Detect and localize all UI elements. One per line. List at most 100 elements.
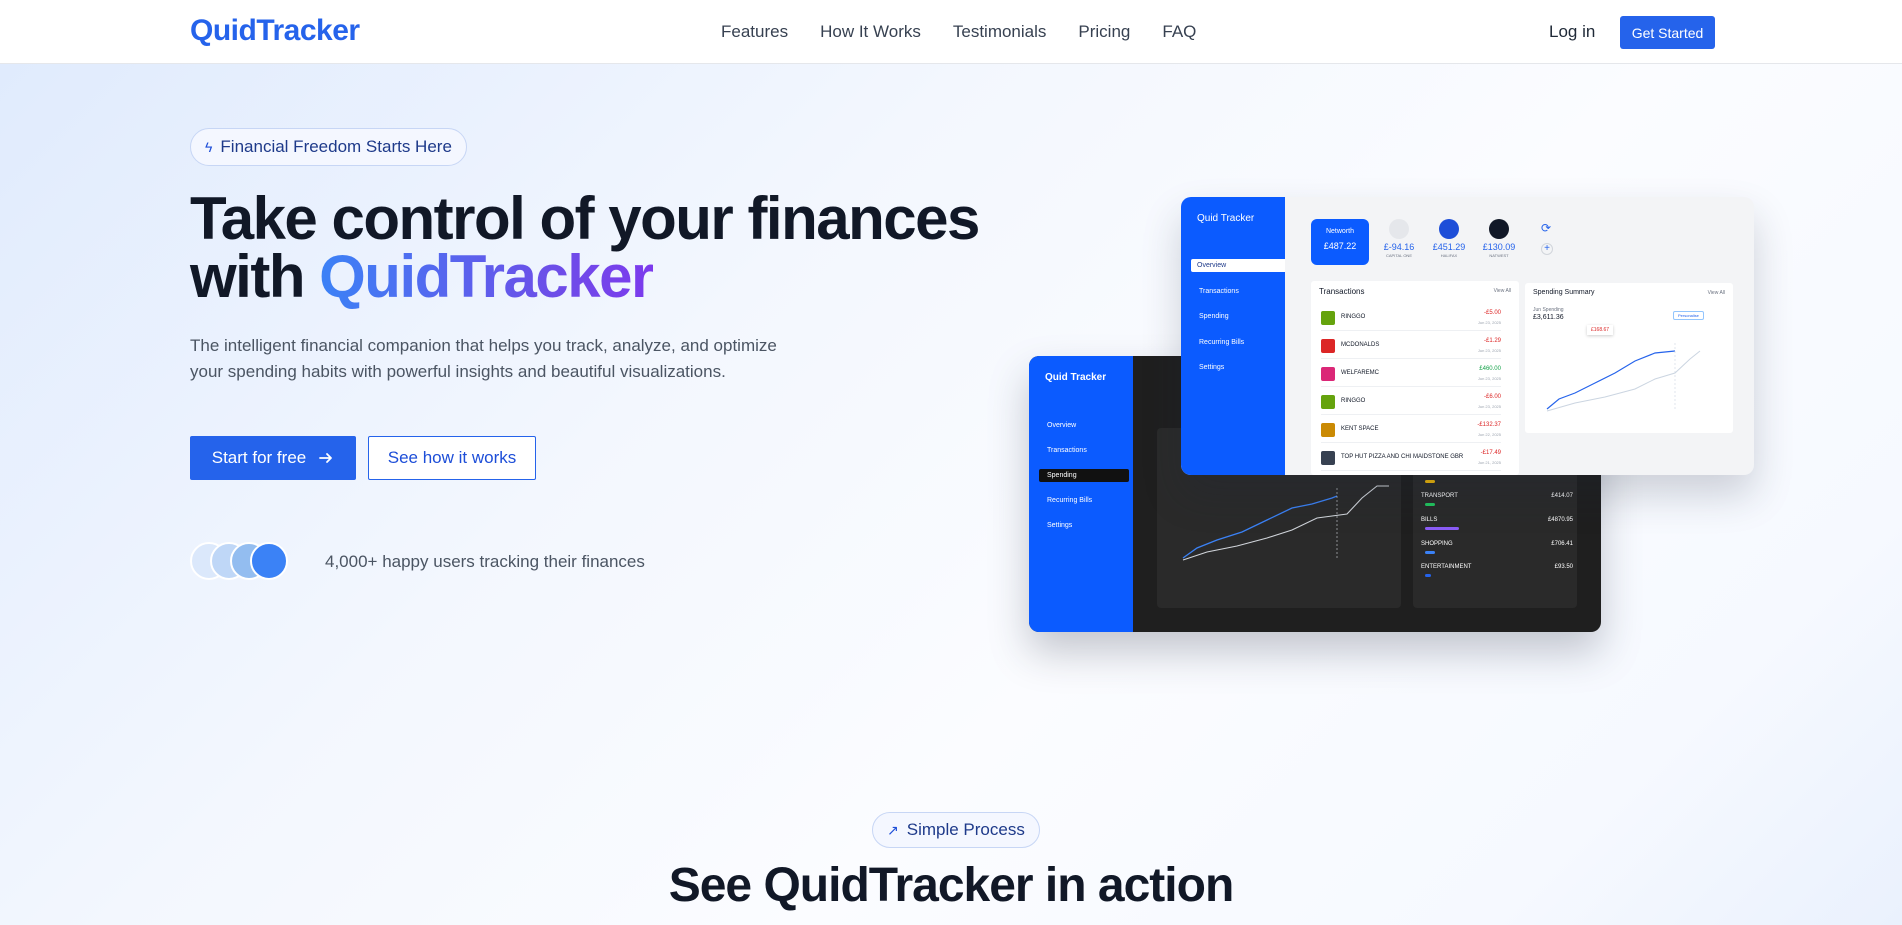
transaction-row: RINGGO -£6.00 Jun 23, 2025: [1321, 391, 1501, 415]
nav-link-faq[interactable]: FAQ: [1162, 22, 1196, 42]
transaction-date: Jun 21, 2025: [1477, 460, 1501, 465]
dark-sidebar-item-settings: Settings: [1047, 522, 1073, 529]
merchant-logo-icon: [1321, 339, 1335, 353]
transaction-date: Jun 23, 2025: [1477, 376, 1501, 381]
account-name: NATWEST: [1489, 253, 1509, 258]
refresh-icon: ⟳: [1541, 221, 1552, 235]
transaction-row: KENT SPACE -£132.37 Jun 22, 2025: [1321, 419, 1501, 443]
category-row: ENTERTAINMENT £93.50: [1421, 564, 1573, 577]
nav-link-pricing[interactable]: Pricing: [1078, 22, 1130, 42]
transaction-row: TOP HUT PIZZA AND CHI MAIDSTONE GBR -£17…: [1321, 447, 1501, 471]
transaction-date: Jun 23, 2025: [1477, 320, 1501, 325]
nav-link-testimonials[interactable]: Testimonials: [953, 22, 1047, 42]
category-name: ENTERTAINMENT: [1421, 564, 1472, 570]
lightning-icon: ϟ: [205, 139, 213, 155]
avatar-group: [190, 542, 310, 582]
hero-title-line2: with QuidTracker: [190, 247, 979, 307]
merchant-logo-icon: [1321, 367, 1335, 381]
social-proof-text: 4,000+ happy users tracking their financ…: [325, 552, 645, 571]
top-navbar: QuidTracker Features How It Works Testim…: [0, 0, 1902, 64]
light-sidebar-item-overview: Overview: [1191, 259, 1285, 272]
transaction-amount: -£132.37: [1477, 422, 1501, 428]
category-bar: [1425, 503, 1435, 506]
account-name: CAPITAL ONE: [1385, 253, 1412, 258]
trending-up-icon: ↗: [887, 821, 899, 838]
category-row: SHOPPING £706.41: [1421, 541, 1573, 554]
light-sidebar-brand: Quid Tracker: [1197, 213, 1255, 224]
transactions-view-all: View All: [1493, 288, 1511, 294]
light-sidebar-item-settings: Settings: [1199, 364, 1225, 371]
account-amount: £130.09: [1482, 242, 1516, 252]
category-amount: £414.07: [1551, 493, 1573, 499]
category-bar: [1425, 551, 1435, 554]
light-sidebar-item-spending: Spending: [1199, 313, 1229, 320]
start-for-free-label: Start for free: [211, 448, 307, 467]
transaction-name: MCDONALDS: [1341, 342, 1380, 348]
transaction-row: RINGGO -£5.00 Jun 23, 2025: [1321, 307, 1501, 331]
light-sidebar-item-transactions: Transactions: [1199, 288, 1239, 295]
dashboard-screenshot-light: Quid Tracker Overview Transactions Spend…: [1181, 197, 1754, 475]
transaction-row: WELFAREMC £460.00 Jun 23, 2025: [1321, 363, 1501, 387]
light-sidebar: Quid Tracker Overview Transactions Spend…: [1181, 197, 1285, 475]
transaction-date: Jun 23, 2025: [1477, 348, 1501, 353]
dark-sidebar-brand: Quid Tracker: [1045, 372, 1107, 383]
dark-sidebar-item-recurring-bills: Recurring Bills: [1047, 497, 1093, 504]
category-bar: [1425, 527, 1459, 530]
transaction-name: WELFAREMC: [1341, 370, 1380, 376]
transaction-name: KENT SPACE: [1341, 426, 1379, 432]
hero-badge-label: Financial Freedom Starts Here: [220, 137, 452, 156]
dark-sidebar-item-overview: Overview: [1047, 422, 1077, 429]
hero-title: Take control of your finances with QuidT…: [190, 185, 980, 307]
hero-title-line1: Take control of your finances: [190, 185, 980, 252]
category-name: TRANSPORT: [1421, 493, 1458, 499]
networth-value: £487.22: [1323, 241, 1357, 251]
section-title: See QuidTracker in action: [668, 859, 1235, 912]
networth-card: Networth £487.22: [1311, 219, 1369, 265]
nav-links: Features How It Works Testimonials Prici…: [721, 22, 1228, 42]
merchant-logo-icon: [1321, 311, 1335, 325]
account-amount: £451.29: [1432, 242, 1466, 252]
transaction-name: RINGGO: [1341, 314, 1366, 320]
transaction-name: TOP HUT PIZZA AND CHI MAIDSTONE GBR: [1341, 454, 1464, 460]
bank-logo-icon: [1439, 219, 1459, 239]
transaction-name: RINGGO: [1341, 398, 1366, 404]
hero-lead: The intelligent financial companion that…: [190, 336, 777, 381]
category-row: TRANSPORT £414.07: [1421, 493, 1573, 506]
merchant-logo-icon: [1321, 451, 1335, 465]
light-sidebar-item-recurring-bills: Recurring Bills: [1199, 339, 1245, 346]
hero-title-with: with: [190, 243, 320, 310]
category-row: BILLS £4870.95: [1421, 517, 1573, 530]
section-badge: ↗ Simple Process: [872, 812, 1040, 848]
hero-badge: ϟ Financial Freedom Starts Here: [190, 128, 467, 166]
brand-logo[interactable]: QuidTracker: [190, 14, 360, 48]
dark-sidebar-item-spending: Spending: [1039, 469, 1129, 482]
avatar: [250, 542, 288, 580]
dark-sidebar: Quid Tracker Overview Transactions Spend…: [1029, 356, 1133, 632]
transaction-amount: -£5.00: [1483, 310, 1501, 316]
networth-label: Networth: [1325, 228, 1354, 235]
start-for-free-button[interactable]: Start for free: [190, 436, 356, 480]
login-link[interactable]: Log in: [1549, 22, 1595, 42]
transaction-amount: -£17.49: [1480, 450, 1501, 456]
nav-link-how-it-works[interactable]: How It Works: [820, 22, 921, 42]
see-how-it-works-button[interactable]: See how it works: [368, 436, 536, 480]
category-bar: [1425, 480, 1435, 483]
account-card: £130.09 NATWEST: [1477, 219, 1521, 258]
dark-sidebar-item-transactions: Transactions: [1047, 447, 1087, 454]
category-name: SHOPPING: [1421, 541, 1453, 547]
account-card: £451.29 HALIFAX: [1427, 219, 1471, 258]
spending-summary-chart: [1546, 343, 1701, 412]
account-name: HALIFAX: [1440, 253, 1458, 258]
get-started-button[interactable]: Get Started: [1620, 16, 1715, 49]
transaction-amount: -£1.29: [1483, 338, 1501, 344]
transaction-date: Jun 23, 2025: [1477, 404, 1501, 409]
hero-title-brand: QuidTracker: [319, 243, 654, 310]
bank-logo-icon: [1389, 219, 1409, 239]
transactions-title: Transactions: [1319, 287, 1365, 296]
section-badge-label: Simple Process: [906, 820, 1025, 839]
arrow-right-icon: [319, 453, 333, 463]
category-amount: £4870.95: [1547, 517, 1573, 523]
transaction-amount: -£6.00: [1483, 394, 1501, 400]
merchant-logo-icon: [1321, 423, 1335, 437]
nav-link-features[interactable]: Features: [721, 22, 788, 42]
